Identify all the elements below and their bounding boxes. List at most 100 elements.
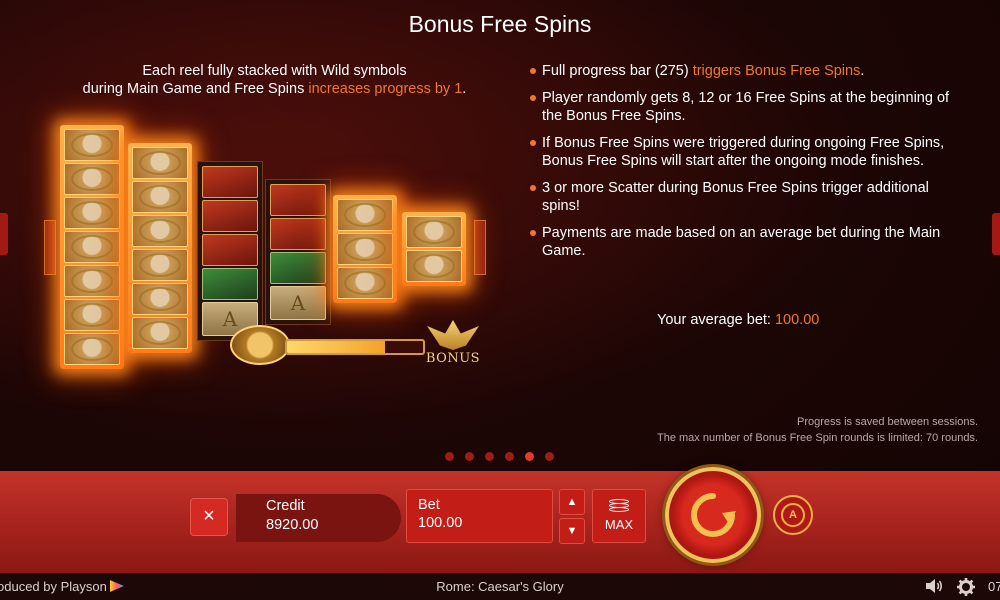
- wild-symbol: [64, 299, 120, 331]
- soldier-symbol: [270, 252, 326, 284]
- rule-text: Player randomly gets 8, 12 or 16 Free Sp…: [542, 90, 950, 124]
- soldier-symbol: [202, 234, 258, 266]
- coins-icon: [609, 499, 629, 513]
- rule-suffix: .: [860, 63, 865, 79]
- rule-text: Payments are made based on an average be…: [542, 225, 941, 259]
- soldier-symbol: [270, 184, 326, 216]
- wild-symbol: [64, 163, 120, 195]
- wild-symbol: [64, 129, 120, 161]
- info-panel: Bonus Free Spins Each reel fully stacked…: [0, 0, 1000, 470]
- eagle-icon: [427, 320, 479, 350]
- bonus-label: BONUS: [425, 351, 481, 366]
- page-indicator: [445, 452, 554, 461]
- prev-page-arrow[interactable]: [0, 213, 8, 255]
- page-title: Bonus Free Spins: [408, 11, 592, 37]
- note-progress-saved: Progress is saved between sessions.: [797, 416, 978, 428]
- reel-frame-left-tab: [44, 220, 56, 275]
- arrow-down-icon: ▼: [566, 525, 578, 537]
- wild-symbol: [64, 197, 120, 229]
- bet-label: Bet: [418, 497, 440, 513]
- rule-item: Payments are made based on an average be…: [529, 224, 969, 260]
- soldier-symbol: [202, 166, 258, 198]
- control-bar: × Credit 8920.00 Bet 100.00 ▲ ▼ MAX A: [0, 467, 1000, 573]
- wild-symbol: [337, 267, 393, 299]
- average-bet-value: 100.00: [774, 312, 820, 328]
- rule-item: Full progress bar (275) triggers Bonus F…: [529, 62, 969, 80]
- bet-decrease-button[interactable]: ▼: [559, 518, 585, 544]
- wild-symbol: [406, 250, 462, 282]
- bonus-emblem: BONUS: [422, 320, 484, 366]
- rule-item: Player randomly gets 8, 12 or 16 Free Sp…: [529, 89, 969, 125]
- game-title: Rome: Caesar's Glory: [436, 579, 564, 594]
- rules-list: Full progress bar (275) triggers Bonus F…: [529, 62, 969, 269]
- max-label: MAX: [604, 517, 634, 532]
- credit-display: Credit 8920.00: [236, 494, 401, 542]
- rule-item: If Bonus Free Spins were triggered durin…: [529, 134, 969, 170]
- footer-bar: oduced by Playson Rome: Caesar's Glory 0…: [0, 573, 1000, 600]
- wild-symbol: [132, 283, 188, 315]
- soldier-symbol: [270, 218, 326, 250]
- wild-symbol: [132, 181, 188, 213]
- progress-fill: [287, 341, 385, 353]
- reel-4: A: [265, 179, 331, 325]
- rule-text: Full progress bar (275): [542, 63, 693, 79]
- spin-arrow-icon: [691, 493, 736, 537]
- rule-accent: triggers Bonus Free Spins: [692, 63, 861, 79]
- average-bet-label: Your average bet:: [657, 312, 771, 328]
- next-page-arrow[interactable]: [992, 213, 1000, 255]
- page-dot[interactable]: [505, 452, 514, 461]
- wild-symbol: [132, 249, 188, 281]
- note-max-rounds: The max number of Bonus Free Spin rounds…: [657, 432, 978, 444]
- gear-icon[interactable]: [957, 578, 975, 596]
- page-dot[interactable]: [465, 452, 474, 461]
- soldier-symbol: [202, 268, 258, 300]
- average-bet: Your average bet: 100.00: [657, 312, 819, 328]
- reels-illustration: A A BONUS: [40, 115, 490, 375]
- close-icon: ×: [203, 505, 215, 527]
- letter-a-symbol: A: [270, 286, 326, 320]
- notes: Progress is saved between sessions. The …: [657, 414, 978, 446]
- page-dot[interactable]: [545, 452, 554, 461]
- credit-value: 8920.00: [266, 517, 319, 533]
- bet-value: 100.00: [418, 515, 463, 531]
- sound-icon[interactable]: [925, 578, 943, 594]
- wild-reel-5: [333, 195, 397, 303]
- max-bet-button[interactable]: MAX: [592, 489, 646, 543]
- page-dot[interactable]: [525, 452, 534, 461]
- wild-symbol: [406, 216, 462, 248]
- rule-text: 3 or more Scatter during Bonus Free Spin…: [542, 180, 929, 214]
- intro-line-1: Each reel fully stacked with Wild symbol…: [142, 63, 407, 79]
- wild-reel-1: [60, 125, 124, 369]
- intro-line-2: during Main Game and Free Spins increase…: [52, 80, 497, 98]
- intro-accent: increases progress by 1: [308, 81, 463, 97]
- bonus-progress-meter: BONUS: [230, 320, 480, 371]
- arrow-up-icon: ▲: [566, 496, 578, 508]
- intro-line-2-suffix: .: [462, 81, 467, 97]
- rule-text: If Bonus Free Spins were triggered durin…: [542, 135, 945, 169]
- caesar-medallion-icon: [230, 325, 290, 365]
- soldier-symbol: [202, 200, 258, 232]
- bet-display[interactable]: Bet 100.00: [406, 489, 553, 543]
- wild-symbol: [132, 317, 188, 349]
- wild-symbol: [337, 233, 393, 265]
- wild-symbol: [132, 147, 188, 179]
- page-dot[interactable]: [445, 452, 454, 461]
- wild-reel-2: [128, 143, 192, 353]
- wild-symbol: [64, 265, 120, 297]
- credit-label: Credit: [266, 498, 305, 514]
- intro-text: Each reel fully stacked with Wild symbol…: [52, 62, 497, 98]
- clock: 07: [988, 579, 1000, 594]
- rule-item: 3 or more Scatter during Bonus Free Spin…: [529, 179, 969, 215]
- spin-button[interactable]: [665, 467, 761, 563]
- wild-symbol: [64, 231, 120, 263]
- close-button[interactable]: ×: [190, 498, 228, 536]
- wild-symbol: [64, 333, 120, 365]
- page-dot[interactable]: [485, 452, 494, 461]
- bet-increase-button[interactable]: ▲: [559, 489, 585, 515]
- reel-3: A: [197, 161, 263, 341]
- autoplay-icon: A: [781, 503, 805, 527]
- wild-symbol: [337, 199, 393, 231]
- autoplay-button[interactable]: A: [773, 495, 813, 535]
- wild-reel-6: [402, 212, 466, 286]
- wild-symbol: [132, 215, 188, 247]
